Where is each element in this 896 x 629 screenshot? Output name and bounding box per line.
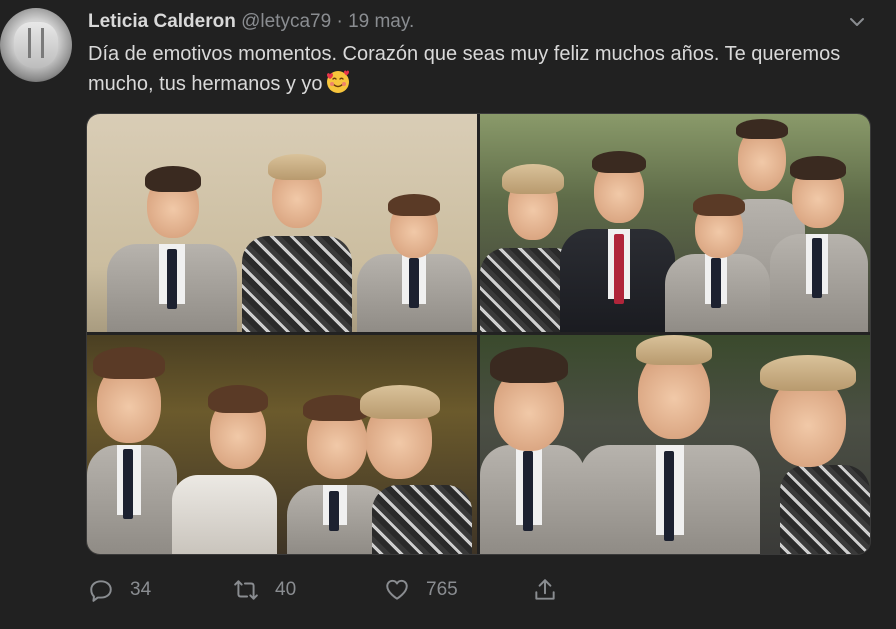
photo-4[interactable]	[480, 335, 870, 554]
like-button[interactable]: 765	[384, 576, 458, 604]
photo-grid[interactable]	[86, 113, 871, 555]
tweet-text-content: Día de emotivos momentos. Corazón que se…	[88, 43, 841, 95]
like-count: 765	[426, 579, 458, 600]
person-figure	[352, 194, 477, 332]
avatar-hands-image	[14, 22, 58, 68]
person-figure	[352, 385, 477, 554]
heart-icon	[386, 579, 408, 600]
avatar[interactable]	[0, 8, 72, 82]
retweet-count: 40	[275, 579, 297, 600]
smiling-face-with-hearts-icon	[326, 70, 349, 93]
header-separator: ·	[336, 11, 343, 32]
person-figure	[107, 164, 247, 332]
tweet-card[interactable]: Leticia Calderon @letyca79 · 19 may. Día…	[0, 0, 896, 629]
share-button[interactable]	[532, 576, 574, 604]
person-figure	[665, 194, 775, 332]
person-figure	[770, 154, 870, 332]
person-figure	[560, 149, 680, 332]
person-figure	[750, 345, 870, 554]
reply-count: 34	[130, 579, 152, 600]
share-icon	[535, 579, 555, 600]
photo-3[interactable]	[87, 335, 477, 554]
author-name[interactable]: Leticia Calderon	[88, 11, 236, 32]
reply-icon	[90, 580, 112, 602]
tweet-date[interactable]: 19 may.	[348, 11, 414, 32]
chevron-down-icon[interactable]	[847, 12, 867, 32]
tweet-header: Leticia Calderon @letyca79 · 19 may.	[88, 10, 414, 34]
retweet-icon	[234, 580, 258, 600]
photo-1[interactable]	[87, 114, 477, 332]
reply-button[interactable]: 34	[88, 576, 151, 604]
author-handle[interactable]: @letyca79	[241, 11, 331, 32]
person-figure	[232, 154, 362, 332]
person-figure	[480, 345, 590, 554]
person-figure	[580, 335, 760, 554]
retweet-button[interactable]: 40	[233, 576, 296, 604]
tweet-text: Día de emotivos momentos. Corazón que se…	[88, 40, 848, 99]
person-figure	[172, 385, 282, 554]
photo-2[interactable]	[480, 114, 870, 332]
